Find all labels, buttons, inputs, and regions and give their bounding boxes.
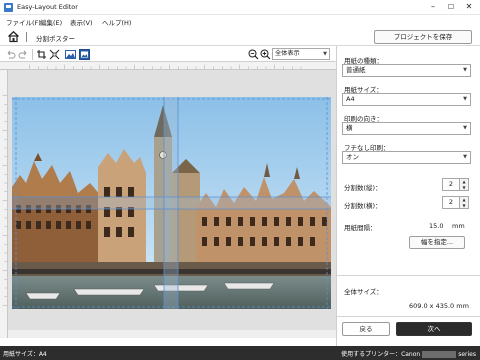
minimize-button[interactable]: – bbox=[424, 0, 442, 14]
horizontal-scrollbar[interactable] bbox=[8, 330, 336, 338]
orientation-value: 横 bbox=[346, 124, 353, 132]
split-vertical-label: 分割数(縦)： bbox=[344, 184, 382, 192]
panel-divider bbox=[337, 275, 480, 276]
chevron-down-icon: ▼ bbox=[323, 51, 327, 57]
close-button[interactable]: ✕ bbox=[460, 0, 478, 14]
menu-bar: ファイル(F) 編集(E) 表示(V) ヘルプ(H) bbox=[0, 15, 480, 28]
chevron-down-icon: ▼ bbox=[463, 154, 467, 160]
menu-help[interactable]: ヘルプ(H) bbox=[102, 17, 131, 27]
back-button[interactable]: 戻る bbox=[342, 322, 390, 336]
paper-size-select[interactable]: A4 ▼ bbox=[342, 93, 471, 106]
fit-icon[interactable] bbox=[49, 49, 60, 60]
redacted-model bbox=[422, 351, 457, 358]
breadcrumb: 分割ポスター bbox=[36, 35, 75, 43]
chevron-down-icon: ▼ bbox=[463, 96, 467, 102]
home-icon[interactable] bbox=[7, 30, 20, 43]
nav-separator bbox=[26, 32, 27, 42]
split-vertical-input[interactable]: 2 bbox=[442, 178, 460, 191]
total-size-value: 609.0 x 435.0 mm bbox=[409, 302, 469, 310]
status-printer-suffix: series bbox=[458, 351, 476, 358]
status-printer-prefix: 使用するプリンター：Canon bbox=[341, 351, 421, 358]
next-button[interactable]: 次へ bbox=[396, 322, 472, 336]
paper-spacing-value: 15.0 bbox=[429, 222, 444, 230]
split-vertical-stepper[interactable]: ▲ ▼ bbox=[460, 178, 469, 191]
paper-size-value: A4 bbox=[346, 95, 355, 103]
app-icon bbox=[4, 3, 13, 12]
total-size-label: 全体サイズ： bbox=[344, 288, 383, 296]
split-horizontal-label: 分割数(横)： bbox=[344, 202, 382, 210]
status-bar: 用紙サイズ：A4 使用するプリンター：Canon series bbox=[0, 346, 480, 360]
chevron-down-icon: ▼ bbox=[463, 67, 467, 73]
paper-type-select[interactable]: 普通紙 ▼ bbox=[342, 64, 471, 77]
borderless-value: オン bbox=[346, 153, 359, 161]
crop-icon[interactable] bbox=[36, 49, 47, 60]
paper-spacing-unit: mm bbox=[452, 222, 465, 230]
zoom-select[interactable]: 全体表示 ▼ bbox=[272, 48, 330, 60]
window-title: Easy-Layout Editor bbox=[17, 3, 78, 11]
zoom-value: 全体表示 bbox=[275, 50, 300, 57]
zoom-out-icon[interactable] bbox=[248, 49, 259, 60]
toolbar-separator bbox=[32, 49, 33, 60]
undo-icon[interactable] bbox=[5, 49, 16, 60]
orientation-select[interactable]: 横 ▼ bbox=[342, 122, 471, 135]
paper-spacing-label: 用紙間隔： bbox=[344, 224, 377, 232]
menu-edit[interactable]: 編集(E) bbox=[40, 17, 62, 27]
menu-file[interactable]: ファイル(F) bbox=[6, 17, 41, 27]
image-frame-icon[interactable] bbox=[79, 49, 90, 60]
split-horizontal-stepper[interactable]: ▲ ▼ bbox=[460, 196, 469, 209]
specify-width-button[interactable]: 幅を指定... bbox=[409, 236, 465, 249]
panel-divider bbox=[337, 316, 480, 317]
preview-canvas[interactable] bbox=[8, 70, 336, 338]
settings-panel: 用紙の種類： 普通紙 ▼ 用紙サイズ： A4 ▼ 印刷の向き： 横 ▼ フチなし… bbox=[336, 46, 480, 346]
poster-photo[interactable] bbox=[12, 97, 331, 309]
title-bar: Easy-Layout Editor – ☐ ✕ bbox=[0, 0, 480, 15]
editor-toolbar: 全体表示 ▼ bbox=[0, 46, 336, 62]
horizontal-ruler bbox=[0, 62, 336, 70]
save-project-button[interactable]: プロジェクトを保存 bbox=[374, 30, 472, 44]
chevron-down-icon: ▼ bbox=[463, 125, 467, 131]
image-icon[interactable] bbox=[65, 49, 76, 60]
maximize-button[interactable]: ☐ bbox=[442, 0, 460, 14]
vertical-ruler bbox=[0, 70, 8, 338]
status-printer: 使用するプリンター：Canon series bbox=[341, 349, 476, 358]
zoom-in-icon[interactable] bbox=[260, 49, 271, 60]
redo-icon[interactable] bbox=[18, 49, 29, 60]
paper-type-value: 普通紙 bbox=[346, 66, 366, 74]
borderless-select[interactable]: オン ▼ bbox=[342, 151, 471, 164]
status-paper-size: 用紙サイズ：A4 bbox=[3, 351, 47, 358]
menu-view[interactable]: 表示(V) bbox=[70, 17, 93, 27]
split-horizontal-input[interactable]: 2 bbox=[442, 196, 460, 209]
